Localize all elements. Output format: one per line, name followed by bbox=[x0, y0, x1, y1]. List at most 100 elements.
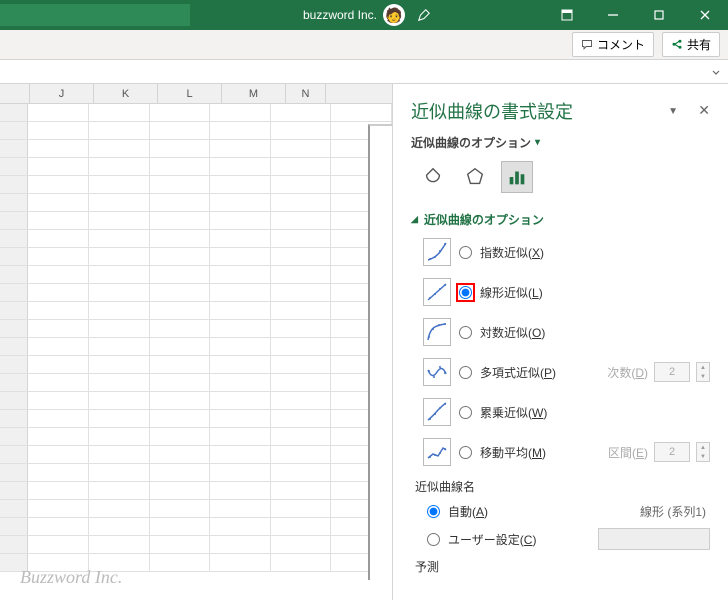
worksheet-area[interactable]: J K L M N Buzzword Inc. bbox=[0, 84, 392, 600]
minimize-button[interactable] bbox=[590, 0, 636, 30]
logarithmic-radio[interactable] bbox=[459, 326, 472, 339]
linear-curve-icon bbox=[423, 278, 451, 306]
grid-row bbox=[0, 374, 392, 392]
moving-average-radio[interactable] bbox=[459, 446, 472, 459]
company-name: buzzword Inc. bbox=[303, 8, 377, 22]
moving-average-option-row: 移動平均(M) 区間(E) ▲▼ bbox=[411, 438, 710, 466]
moving-average-period-input bbox=[654, 442, 690, 462]
grid-row bbox=[0, 176, 392, 194]
exponential-label[interactable]: 指数近似(X) bbox=[480, 244, 544, 261]
ribbon-area: コメント 共有 bbox=[0, 30, 728, 60]
grid-row bbox=[0, 536, 392, 554]
trendline-options-tab-icon[interactable] bbox=[501, 161, 533, 193]
exponential-option-row: 指数近似(X) bbox=[411, 238, 710, 266]
polynomial-order-input bbox=[654, 362, 690, 382]
linear-label[interactable]: 線形近似(L) bbox=[480, 284, 543, 301]
pane-close-icon[interactable]: ✕ bbox=[698, 102, 710, 119]
user-avatar[interactable]: 🧑 bbox=[383, 4, 405, 26]
moving-average-label[interactable]: 移動平均(M) bbox=[480, 444, 546, 461]
grid-rows bbox=[0, 104, 392, 572]
auto-name-value: 線形 (系列1) bbox=[640, 503, 710, 520]
share-icon bbox=[671, 39, 683, 51]
comment-icon bbox=[581, 39, 593, 51]
grid-row bbox=[0, 446, 392, 464]
auto-name-label[interactable]: 自動(A) bbox=[448, 503, 488, 520]
moving-average-period-label: 区間(E) bbox=[608, 444, 648, 461]
close-button[interactable] bbox=[682, 0, 728, 30]
linear-radio[interactable] bbox=[459, 286, 472, 299]
watermark-text: Buzzword Inc. bbox=[20, 567, 122, 588]
formula-expand-icon[interactable] bbox=[708, 64, 724, 80]
power-curve-icon bbox=[423, 398, 451, 426]
maximize-button[interactable] bbox=[636, 0, 682, 30]
grid-row bbox=[0, 140, 392, 158]
logarithmic-option-row: 対数近似(O) bbox=[411, 318, 710, 346]
power-radio[interactable] bbox=[459, 406, 472, 419]
linear-option-row: 線形近似(L) bbox=[411, 278, 710, 306]
select-all-corner[interactable] bbox=[0, 84, 30, 103]
grid-row bbox=[0, 356, 392, 374]
grid-row bbox=[0, 104, 392, 122]
polynomial-radio[interactable] bbox=[459, 366, 472, 379]
moving-average-curve-icon bbox=[423, 438, 451, 466]
grid-row bbox=[0, 248, 392, 266]
effects-tab-icon[interactable] bbox=[459, 161, 491, 193]
custom-name-input bbox=[598, 528, 710, 550]
pane-subtitle[interactable]: 近似曲線のオプション ▾ bbox=[411, 134, 710, 151]
custom-name-row: ユーザー設定(C) bbox=[415, 528, 710, 550]
chevron-down-icon: ▾ bbox=[535, 137, 540, 148]
grid-row bbox=[0, 284, 392, 302]
ribbon-display-options[interactable] bbox=[544, 0, 590, 30]
col-header[interactable]: J bbox=[30, 84, 94, 103]
moving-average-period-group: 区間(E) ▲▼ bbox=[608, 442, 710, 462]
col-header[interactable]: K bbox=[94, 84, 158, 103]
grid-row bbox=[0, 500, 392, 518]
fill-line-tab-icon[interactable] bbox=[417, 161, 449, 193]
auto-name-radio[interactable] bbox=[427, 505, 440, 518]
custom-name-radio[interactable] bbox=[427, 533, 440, 546]
power-option-row: 累乗近似(W) bbox=[411, 398, 710, 426]
polynomial-curve-icon bbox=[423, 358, 451, 386]
pane-options-dropdown-icon[interactable]: ▼ bbox=[668, 106, 678, 117]
grid-row bbox=[0, 302, 392, 320]
grid-row bbox=[0, 482, 392, 500]
grid-row bbox=[0, 320, 392, 338]
polynomial-order-spinner: ▲▼ bbox=[696, 362, 710, 382]
forecast-title: 予測 bbox=[415, 558, 710, 575]
embedded-chart-edge[interactable] bbox=[368, 124, 392, 580]
col-header[interactable]: L bbox=[158, 84, 222, 103]
exponential-radio[interactable] bbox=[459, 246, 472, 259]
comments-label: コメント bbox=[597, 36, 645, 53]
formula-bar bbox=[0, 60, 728, 84]
format-trendline-pane: 近似曲線の書式設定 ▼ ✕ 近似曲線のオプション ▾ ◢ 近似曲線のオプション bbox=[392, 84, 728, 600]
custom-name-label[interactable]: ユーザー設定(C) bbox=[448, 531, 536, 548]
polynomial-order-label: 次数(D) bbox=[607, 364, 648, 381]
power-label[interactable]: 累乗近似(W) bbox=[480, 404, 547, 421]
grid-row bbox=[0, 428, 392, 446]
comments-button[interactable]: コメント bbox=[572, 32, 654, 57]
pen-icon[interactable] bbox=[417, 8, 431, 22]
title-text: buzzword Inc. 🧑 bbox=[190, 4, 544, 26]
trendline-name-section: 近似曲線名 自動(A) 線形 (系列1) ユーザー設定(C) 予測 bbox=[411, 478, 710, 575]
column-headers: J K L M N bbox=[0, 84, 392, 104]
share-button[interactable]: 共有 bbox=[662, 32, 720, 57]
exponential-curve-icon bbox=[423, 238, 451, 266]
logarithmic-label[interactable]: 対数近似(O) bbox=[480, 324, 545, 341]
section-title-label: 近似曲線のオプション bbox=[424, 211, 544, 228]
grid-row bbox=[0, 158, 392, 176]
search-box-bg[interactable] bbox=[0, 4, 190, 26]
col-header[interactable]: N bbox=[286, 84, 326, 103]
title-bar: buzzword Inc. 🧑 bbox=[0, 0, 728, 30]
trendline-options-section-header[interactable]: ◢ 近似曲線のオプション bbox=[411, 211, 710, 228]
col-header[interactable]: M bbox=[222, 84, 286, 103]
grid-row bbox=[0, 212, 392, 230]
grid-row bbox=[0, 464, 392, 482]
pane-title: 近似曲線の書式設定 bbox=[411, 98, 710, 124]
grid-row bbox=[0, 392, 392, 410]
collapse-triangle-icon: ◢ bbox=[411, 214, 418, 225]
grid-row bbox=[0, 266, 392, 284]
polynomial-label[interactable]: 多項式近似(P) bbox=[480, 364, 556, 381]
polynomial-option-row: 多項式近似(P) 次数(D) ▲▼ bbox=[411, 358, 710, 386]
category-tabs bbox=[411, 161, 710, 193]
polynomial-order-group: 次数(D) ▲▼ bbox=[607, 362, 710, 382]
